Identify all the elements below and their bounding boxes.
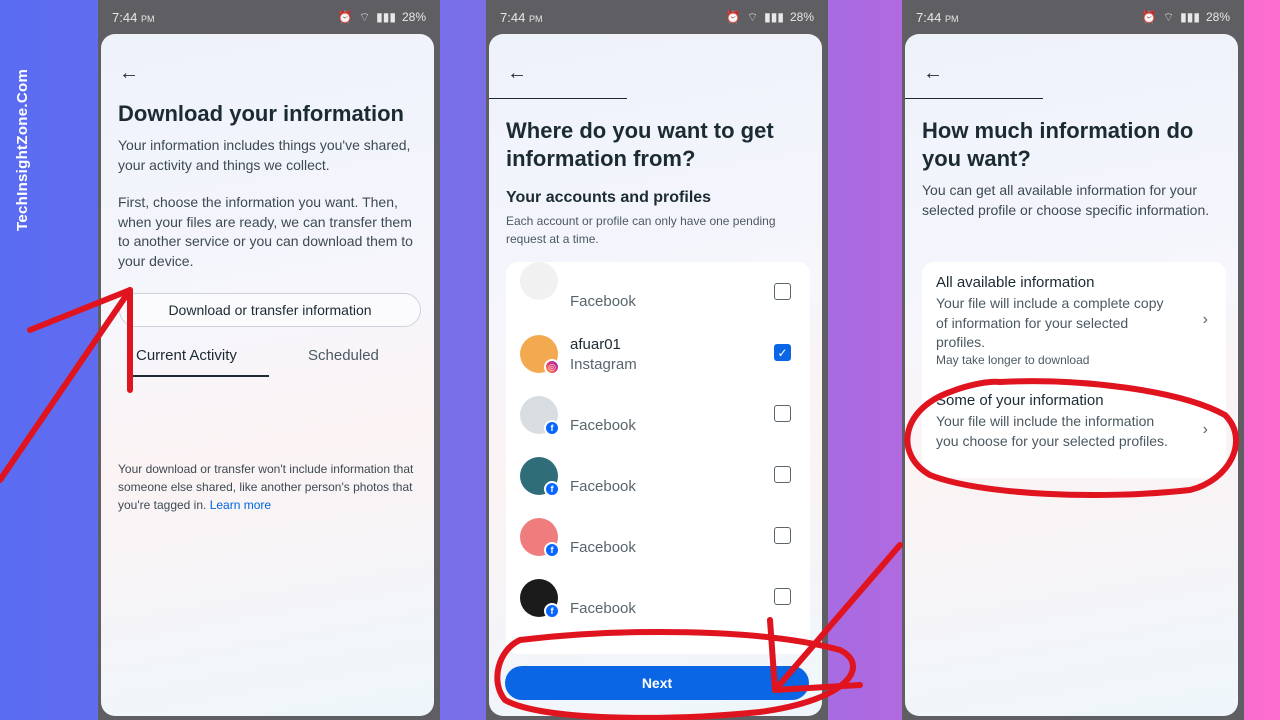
chevron-right-icon: › — [1202, 421, 1208, 438]
intro-text: You can get all available information fo… — [922, 182, 1210, 218]
account-platform: Facebook — [570, 293, 636, 310]
active-tab-indicator — [127, 375, 269, 377]
accounts-list: Facebook ◎ afuar01 Instagram ✓ f Faceboo… — [506, 262, 810, 654]
account-platform: Facebook — [570, 600, 636, 617]
facebook-badge-icon: f — [544, 542, 560, 558]
status-bar: 7:44 PM ⏰ ⌔ ▮▮▮ 28% — [98, 0, 440, 34]
next-button[interactable]: Next — [505, 666, 809, 700]
phone-screen-download-info: 7:44 PM ⏰ ⌔ ▮▮▮ 28% ← Download your info… — [98, 0, 440, 720]
alarm-icon: ⏰ — [1141, 10, 1157, 24]
account-row[interactable]: Facebook — [506, 262, 810, 323]
account-checkbox[interactable] — [774, 588, 791, 605]
wifi-icon: ⌔ — [746, 9, 759, 24]
account-row[interactable]: ◎ afuar01 Instagram ✓ — [506, 323, 810, 384]
avatar — [520, 262, 558, 300]
account-row[interactable]: f Facebook — [506, 567, 810, 628]
account-checkbox[interactable]: ✓ — [774, 344, 791, 361]
watermark-text: TechInsightZone.Com — [14, 68, 31, 232]
account-platform: Instagram — [570, 356, 637, 373]
battery-label: 28% — [789, 10, 814, 24]
account-row[interactable]: f Facebook — [506, 445, 810, 506]
signal-icon: ▮▮▮ — [764, 10, 784, 24]
account-checkbox[interactable] — [774, 283, 791, 300]
app-screen: ← Where do you want to get information f… — [489, 34, 822, 716]
phone-screen-info-amount: 7:44 PM ⏰ ⌔ ▮▮▮ 28% ← How much informati… — [902, 0, 1244, 720]
option-title: All available information — [936, 274, 1095, 291]
alarm-icon: ⏰ — [725, 10, 741, 24]
page-title: Download your information — [118, 101, 404, 126]
wifi-icon: ⌔ — [358, 9, 371, 24]
header-divider — [905, 98, 1043, 99]
account-platform: Facebook — [570, 478, 636, 495]
status-bar: 7:44 PM ⏰ ⌔ ▮▮▮ 28% — [902, 0, 1244, 34]
page-title: Where do you want to get information fro… — [506, 118, 774, 171]
signal-icon: ▮▮▮ — [376, 10, 396, 24]
account-platform: Facebook — [570, 539, 636, 556]
status-bar: 7:44 PM ⏰ ⌔ ▮▮▮ 28% — [486, 0, 828, 34]
instagram-badge-icon: ◎ — [544, 359, 560, 375]
alarm-icon: ⏰ — [337, 10, 353, 24]
section-title: Your accounts and profiles — [506, 189, 712, 206]
status-icons: ⏰ ⌔ ▮▮▮ 28% — [726, 10, 814, 25]
intro-text: Your information includes things you've … — [118, 137, 411, 173]
account-checkbox[interactable] — [774, 527, 791, 544]
facebook-badge-icon: f — [544, 420, 560, 436]
section-note: Each account or profile can only have on… — [506, 214, 776, 246]
status-time: 7:44 PM — [500, 9, 543, 25]
battery-label: 28% — [1205, 10, 1230, 24]
option-title: Some of your information — [936, 392, 1104, 409]
options-card: All available information Your file will… — [922, 262, 1226, 478]
facebook-badge-icon: f — [544, 481, 560, 497]
battery-label: 28% — [401, 10, 426, 24]
account-checkbox[interactable] — [774, 466, 791, 483]
account-name: afuar01 — [570, 336, 621, 353]
phone-screen-select-accounts: 7:44 PM ⏰ ⌔ ▮▮▮ 28% ← Where do you want … — [486, 0, 828, 720]
download-transfer-button[interactable]: Download or transfer information — [119, 293, 421, 327]
instructions-text: First, choose the information you want. … — [118, 194, 413, 269]
status-time: 7:44 PM — [112, 9, 155, 25]
learn-more-link[interactable]: Learn more — [210, 498, 271, 512]
option-some-information[interactable]: Some of your information Your file will … — [922, 380, 1226, 478]
back-arrow-icon[interactable]: ← — [507, 62, 527, 85]
tab-scheduled[interactable]: Scheduled — [308, 347, 379, 364]
account-platform: Facebook — [570, 417, 636, 434]
status-icons: ⏰ ⌔ ▮▮▮ 28% — [338, 10, 426, 25]
disclaimer-text: Your download or transfer won't include … — [118, 460, 423, 514]
page-title: How much information do you want? — [922, 118, 1194, 171]
option-note: May take longer to download — [936, 353, 1090, 367]
wifi-icon: ⌔ — [1162, 9, 1175, 24]
account-row[interactable]: f Facebook — [506, 506, 810, 567]
header-divider — [489, 98, 627, 99]
option-all-information[interactable]: All available information Your file will… — [922, 262, 1226, 372]
account-checkbox[interactable] — [774, 405, 791, 422]
back-arrow-icon[interactable]: ← — [923, 62, 943, 85]
status-time: 7:44 PM — [916, 9, 959, 25]
app-screen: ← Download your information Your informa… — [101, 34, 434, 716]
app-screen: ← How much information do you want? You … — [905, 34, 1238, 716]
account-row[interactable]: f Facebook — [506, 384, 810, 445]
option-description: Your file will include the information y… — [936, 413, 1168, 449]
chevron-right-icon: › — [1202, 311, 1208, 328]
option-description: Your file will include a complete copy o… — [936, 295, 1164, 350]
facebook-badge-icon: f — [544, 603, 560, 619]
signal-icon: ▮▮▮ — [1180, 10, 1200, 24]
back-arrow-icon[interactable]: ← — [119, 62, 139, 85]
status-icons: ⏰ ⌔ ▮▮▮ 28% — [1142, 10, 1230, 25]
tab-current-activity[interactable]: Current Activity — [136, 347, 237, 364]
